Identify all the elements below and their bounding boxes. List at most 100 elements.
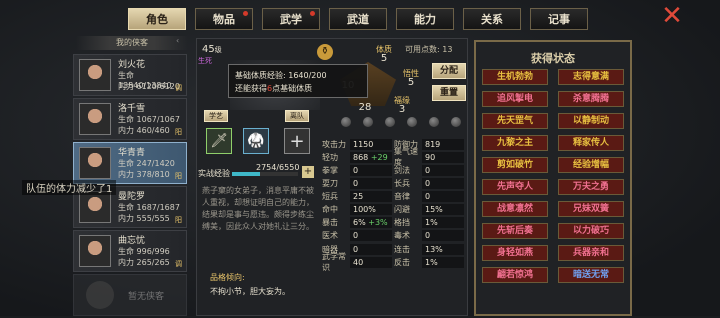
stat-cell: 命中 100% [322,203,394,216]
stat-value: 0 [350,164,392,176]
stats-grid: 攻击力1150 +140防御力819 +138轻功868 +29集气速度90拳掌… [322,138,466,272]
gem-slot-icon[interactable] [363,117,373,127]
member-mp: 内力 555/555 [118,214,170,223]
stat-cell: 暴击 6% +3% [322,217,394,230]
points-label: 可用点数: [405,45,440,54]
close-icon[interactable]: ✕ [659,3,685,30]
learn-skill-button[interactable]: 学艺 [204,110,228,122]
status-badge[interactable]: 剪如破竹 [482,157,548,173]
status-badge[interactable]: 以静制动 [558,113,624,129]
stat-cell: 长兵 0 [394,177,466,190]
status-badge[interactable]: 暗送无常 [558,267,624,283]
stat-key: 反击 [394,257,410,267]
stat-key: 攻击力 [322,139,346,149]
stat-cell: 耍刀 0 [322,177,394,190]
weapon-slot-icon[interactable]: 🗡 [206,128,232,154]
exp-bar-fill [232,172,260,176]
stat-value: 0 [422,178,464,190]
points-value: 13 [442,45,453,54]
stat-cell: 集气速度 90 [394,147,466,167]
stat-row: 耍刀 0 长兵 0 [322,177,466,190]
character-sect: 生死 [198,57,212,65]
top-tabs: 角色 物品 武学 武道 能力 关系 记事 [128,8,588,30]
member-mp: 内力 6120/6120 [118,82,180,91]
sect-emblem-icon: ⚱ [317,44,333,60]
stat-value: 15% [422,204,464,216]
status-title: 获得状态 [531,52,575,65]
stat-key: 格挡 [394,218,410,228]
status-badge[interactable]: 兵器亲和 [558,245,624,261]
tab-items[interactable]: 物品 [195,8,253,30]
status-badge[interactable]: 以力破巧 [558,223,624,239]
stat-cell: 闪避 15% [394,203,466,216]
member-tag: 阳 [175,216,182,224]
stat-value: 0 [422,230,464,242]
status-badge[interactable]: 战意凛然 [482,201,548,217]
stat-cell: 毒术 0 [394,230,466,243]
trait-value: 不拘小节，胆大妄为。 [210,287,290,296]
member-tag: 阳 [175,172,182,180]
status-badge[interactable]: 万夫之勇 [558,179,624,195]
tab-martial-way[interactable]: 武道 [329,8,387,30]
attr-value-physique: 5 [380,53,388,64]
status-badge[interactable]: 先天罡气 [482,113,548,129]
stat-key: 音律 [394,192,410,202]
avatar [79,59,111,91]
member-tag: 调 [175,84,182,92]
stat-key: 轻功 [322,152,338,162]
status-badge[interactable]: 释家传人 [558,135,624,151]
status-badge[interactable]: 翩若惊鸿 [482,267,548,283]
party-scroll-icon[interactable]: ‹ [176,36,179,45]
stat-bonus: +3% [365,218,388,228]
status-badge[interactable]: 杀意腾腾 [558,91,624,107]
gem-slot-icon[interactable] [341,117,351,127]
gem-slot-icon[interactable] [451,117,461,127]
member-tag: 调 [175,260,182,268]
tab-label: 武道 [347,13,369,26]
status-badge[interactable]: 兄妹双簧 [558,201,624,217]
exp-label: 实战经验 [198,169,230,178]
status-badge[interactable]: 生机勃勃 [482,69,548,85]
status-badge[interactable]: 经验增幅 [558,157,624,173]
stat-value: 0 [350,178,392,190]
gem-slot-icon[interactable] [429,117,439,127]
party-member-selected[interactable]: 华青青 生命 247/1420 内力 378/810 阳 [73,142,187,184]
stat-value: 0 [350,230,392,242]
stat-value: 1150 +140 [350,138,392,160]
armor-slot-icon[interactable]: 🥋 [243,128,269,154]
status-badge[interactable]: 志得意满 [558,69,624,85]
status-badge[interactable]: 追风掣电 [482,91,548,107]
add-exp-icon[interactable]: + [302,166,314,178]
tab-journal[interactable]: 记事 [530,8,588,30]
avatar [79,235,111,267]
empty-label: 暂无侠客 [128,292,165,302]
stat-key: 闪避 [394,205,410,215]
party-member[interactable]: 刘火花 生命 13840/13840 内力 6120/6120 调 [73,54,187,96]
status-badge[interactable]: 先声夺人 [482,179,548,195]
tab-relations[interactable]: 关系 [463,8,521,30]
avatar [79,103,111,135]
add-equipment-icon[interactable]: + [284,128,310,154]
member-hp: 生命 996/996 [118,247,170,256]
party-member[interactable]: 洛千雪 生命 1067/1067 内力 460/460 阳 [73,98,187,140]
allocate-button[interactable]: 分配 [432,63,466,79]
leave-party-button[interactable]: 离队 [285,110,309,122]
party-member[interactable]: 曲忘忧 生命 996/996 内力 265/265 调 [73,230,187,272]
status-badge[interactable]: 九黎之主 [482,135,548,151]
stat-key: 长兵 [394,179,410,189]
stat-key: 医术 [322,231,338,241]
stat-cell: 格挡 1% [394,217,466,230]
member-name: 华青青 [118,148,146,158]
stat-value: 40 [350,256,392,268]
tab-role[interactable]: 角色 [128,8,186,30]
reset-button[interactable]: 重置 [432,85,466,101]
status-badge[interactable]: 先斩后奏 [482,223,548,239]
gem-slot-icon[interactable] [407,117,417,127]
gem-slot-icon[interactable] [385,117,395,127]
tab-martial-arts[interactable]: 武学 [262,8,320,30]
member-name: 曼陀罗 [118,192,146,202]
tab-ability[interactable]: 能力 [396,8,454,30]
member-name: 刘火花 [118,60,146,70]
status-badge[interactable]: 身轻如燕 [482,245,548,261]
tab-label: 关系 [481,13,503,26]
